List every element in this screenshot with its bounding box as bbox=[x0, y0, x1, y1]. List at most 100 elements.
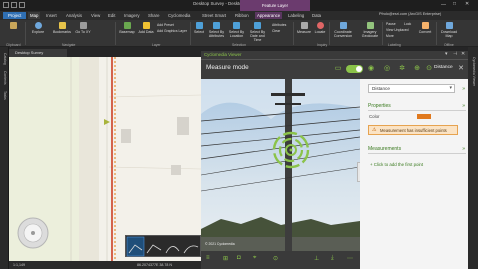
title-bar: Desktop Survey - Desktop Survey - ArcGIS… bbox=[0, 0, 478, 11]
cyclomedia-toolbar: Measure mode ▭ ◉ ◎ ✲ ⊕ ⊙ Distance ✕ bbox=[201, 60, 468, 79]
more-icon[interactable]: ⋯ bbox=[347, 255, 353, 262]
tab-labeling[interactable]: Labeling bbox=[286, 12, 306, 19]
offline-group-label: Offline bbox=[444, 43, 454, 47]
target-icon[interactable]: ◎ bbox=[383, 65, 391, 73]
imagery-geolocate-button[interactable]: Imagery Geolocate bbox=[359, 22, 381, 38]
tab-edit[interactable]: Edit bbox=[106, 12, 117, 19]
distance-icon[interactable]: ⊙ bbox=[425, 65, 433, 73]
warning-banner: ⚠ Measurement has insufficient points bbox=[368, 125, 458, 135]
measure-cursor-icon bbox=[272, 131, 310, 169]
layers-icon[interactable]: ⊕ bbox=[413, 65, 421, 73]
pin-icon[interactable]: ⊣ bbox=[453, 51, 457, 57]
record-icon[interactable]: ◉ bbox=[367, 65, 375, 73]
pane-close-icon[interactable]: ✕ bbox=[461, 51, 465, 57]
chevron-down-icon: ▾ bbox=[449, 85, 452, 91]
user-account[interactable]: Pfrolo@esri.com (ArcGIS Enterprise) bbox=[379, 12, 441, 16]
measurements-collapse-icon[interactable]: » bbox=[462, 146, 465, 152]
settings-icon[interactable]: ✲ bbox=[398, 65, 406, 73]
select-by-location-button[interactable]: Select By Location bbox=[227, 22, 246, 38]
goto-xy-button[interactable]: Go To XY bbox=[75, 22, 91, 34]
bookmarks-button[interactable]: Bookmarks bbox=[51, 22, 73, 34]
ribbon: Clipboard Explore Bookmarks Go To XY Nav… bbox=[0, 20, 478, 47]
tab-ribbon[interactable]: Ribbon bbox=[233, 12, 251, 19]
catalog-pane-tab[interactable]: Catalog bbox=[3, 53, 7, 65]
coordinate-readout: 86.2074377E 38.78 N bbox=[137, 263, 172, 267]
overlay-toggle[interactable] bbox=[346, 65, 363, 73]
add-graphics-layer-button[interactable]: Add Graphics Layer bbox=[157, 29, 187, 33]
add-preset-button[interactable]: Add Preset bbox=[157, 23, 174, 27]
layer-group-label: Layer bbox=[152, 43, 161, 47]
tab-imagery[interactable]: Imagery bbox=[122, 12, 142, 19]
close-icon[interactable]: ✕ bbox=[465, 1, 469, 7]
convert-button[interactable]: Convert bbox=[417, 22, 433, 34]
download-icon[interactable]: ⤓ bbox=[331, 255, 334, 262]
warning-icon: ⚠ bbox=[372, 127, 377, 133]
chevron-down-icon[interactable]: » bbox=[462, 86, 465, 92]
select-button[interactable]: Select bbox=[192, 22, 206, 34]
left-dock-strip: Catalog Contents Tasks bbox=[0, 47, 9, 269]
map-canvas bbox=[9, 57, 201, 261]
minimize-icon[interactable]: — bbox=[441, 2, 446, 8]
cyclomedia-pane-title: Cyclomedia Viewer bbox=[204, 52, 242, 57]
cyclomedia-viewer-dock-tab[interactable]: Cyclomedia Viewer bbox=[472, 57, 476, 86]
select-by-date-button[interactable]: Select By Date and Time bbox=[247, 22, 268, 42]
measure-mode-title: Measure mode bbox=[206, 64, 249, 71]
tab-project[interactable]: Project bbox=[3, 12, 27, 19]
panorama-canvas bbox=[201, 79, 360, 251]
tab-analysis[interactable]: Analysis bbox=[64, 12, 84, 19]
map-tab[interactable]: Desktop Survey bbox=[9, 49, 67, 57]
tab-insert[interactable]: Insert bbox=[44, 12, 59, 19]
select-by-attributes-button[interactable]: Select By Attributes bbox=[207, 22, 226, 38]
inquiry-group-label: Inquiry bbox=[317, 43, 328, 47]
properties-heading: Properties bbox=[368, 103, 391, 109]
maximize-icon[interactable]: □ bbox=[453, 1, 456, 7]
map-view[interactable] bbox=[9, 57, 201, 261]
clear-selection-button[interactable]: Clear bbox=[272, 29, 280, 33]
navigation-icon[interactable]: ⊥ bbox=[314, 255, 319, 262]
properties-collapse-icon[interactable]: » bbox=[462, 103, 465, 109]
window-icon[interactable]: ▭ bbox=[334, 65, 342, 73]
tab-data[interactable]: Data bbox=[310, 12, 323, 19]
tab-view[interactable]: View bbox=[89, 12, 102, 19]
pin-icon[interactable]: ⊙ bbox=[273, 255, 278, 262]
contents-pane-tab[interactable]: Contents bbox=[3, 71, 7, 85]
tab-street-smart[interactable]: Street Smart bbox=[200, 12, 228, 19]
coordinate-conversion-button[interactable]: Coordinate Conversion bbox=[331, 22, 355, 38]
paste-button[interactable] bbox=[3, 22, 23, 30]
download-map-button[interactable]: Download Map bbox=[438, 22, 460, 38]
add-data-button[interactable]: Add Data bbox=[138, 22, 154, 34]
measure-type-select[interactable]: Distance ▾ bbox=[368, 84, 455, 93]
basemap-button[interactable]: Basemap bbox=[118, 22, 136, 34]
measure-type-value: Distance bbox=[372, 86, 390, 91]
pause-button[interactable]: Pause bbox=[386, 22, 396, 26]
tab-appearance[interactable]: Appearance bbox=[255, 12, 283, 19]
measure-side-panel: Distance ▾ » Properties » Color ⚠ Measur… bbox=[360, 79, 468, 269]
view-unplaced-button[interactable]: View Unplaced bbox=[386, 28, 409, 32]
scale-readout[interactable]: 1:1,149 bbox=[13, 261, 25, 269]
color-swatch[interactable] bbox=[417, 114, 431, 119]
add-point-hint[interactable]: + Click to add the first point bbox=[370, 162, 423, 167]
cyclomedia-pane-header: Cyclomedia Viewer ▾ ⊣ ✕ bbox=[201, 51, 468, 60]
pane-menu-icon[interactable]: ▾ bbox=[445, 51, 448, 57]
tab-cyclomedia[interactable]: Cyclomedia bbox=[166, 12, 192, 19]
map-status-bar: 1:1,149 86.2074377E 38.78 N bbox=[9, 261, 201, 269]
tab-share[interactable]: Share bbox=[146, 12, 161, 19]
list-icon[interactable]: ≡ bbox=[206, 255, 210, 261]
measure-button[interactable]: Measure bbox=[296, 22, 312, 34]
explore-button[interactable]: Explore bbox=[28, 22, 48, 34]
target-icon[interactable]: ⌖ bbox=[253, 255, 256, 262]
grid-icon[interactable]: ⊞ bbox=[223, 255, 228, 262]
street-level-image[interactable]: © 2021 Cyclomedia bbox=[201, 79, 360, 251]
right-dock-strip: Cyclomedia Viewer bbox=[468, 47, 478, 269]
camera-icon[interactable]: ◘ bbox=[237, 255, 241, 261]
attributes-button[interactable]: Attributes bbox=[272, 23, 286, 27]
feature-template-gallery[interactable] bbox=[125, 235, 201, 257]
distance-tool-label[interactable]: Distance bbox=[434, 65, 453, 70]
tasks-pane-tab[interactable]: Tasks bbox=[3, 91, 7, 100]
ribbon-tabs: Project Map Insert Analysis View Edit Im… bbox=[0, 11, 478, 20]
close-measure-icon[interactable]: ✕ bbox=[457, 65, 465, 73]
tab-map[interactable]: Map bbox=[28, 12, 41, 19]
locate-button[interactable]: Locate bbox=[313, 22, 327, 34]
lock-button[interactable]: Lock bbox=[404, 22, 411, 26]
more-button[interactable]: More bbox=[386, 34, 394, 38]
